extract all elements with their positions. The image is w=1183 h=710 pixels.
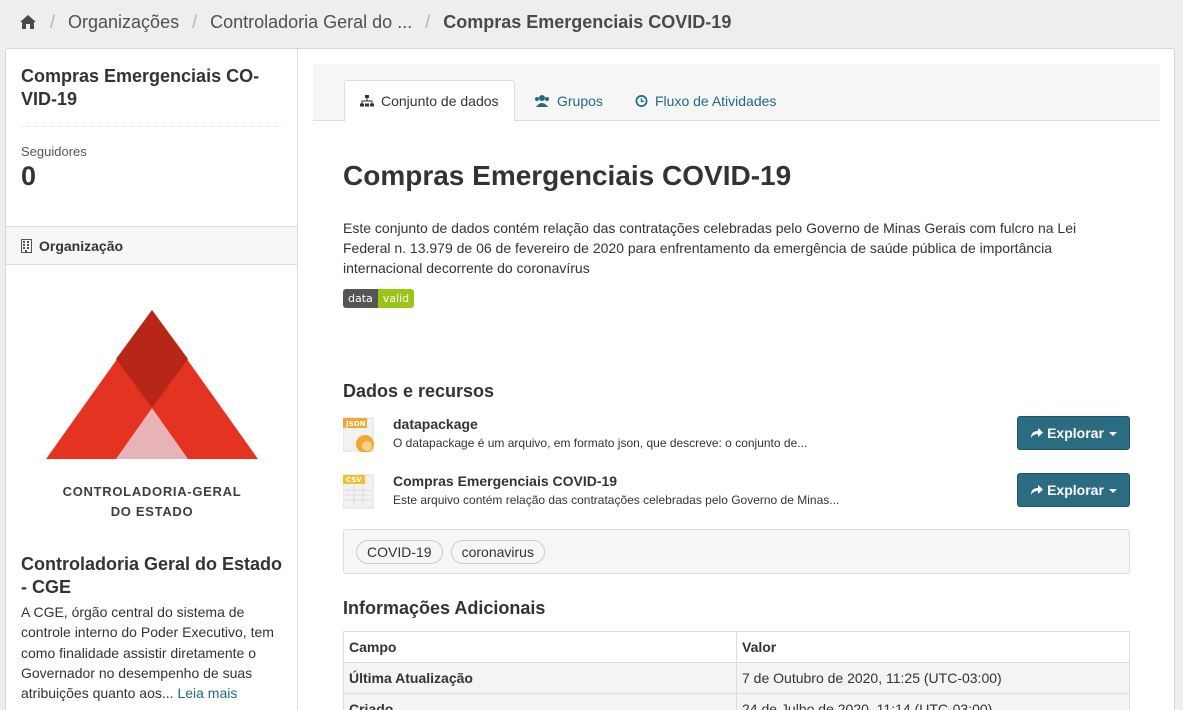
breadcrumb-separator: / bbox=[50, 11, 56, 32]
share-icon bbox=[1031, 427, 1044, 438]
dataset-title: Compras Emergenciais COVID-19 bbox=[343, 160, 792, 191]
badge-label: data bbox=[343, 289, 378, 308]
breadcrumb-current-dataset[interactable]: Compras Emergenciais COVID-19 bbox=[443, 12, 731, 33]
building-icon bbox=[21, 238, 32, 253]
sidebar-title-line1: Compras Emergenciais CO- bbox=[21, 66, 260, 86]
content-wrapper: Compras Emergenciais CO- VID-19 Seguidor… bbox=[5, 48, 1175, 710]
followers-count: 0 bbox=[21, 161, 37, 191]
cge-logo-triangle-icon bbox=[46, 310, 258, 459]
tag-coronavirus[interactable]: coronavirus bbox=[450, 539, 545, 564]
divider bbox=[21, 126, 282, 127]
explore-button[interactable]: Explorar bbox=[1017, 473, 1130, 507]
tag-covid-19[interactable]: COVID-19 bbox=[356, 539, 443, 564]
logo-caption-line2: DO ESTADO bbox=[110, 504, 194, 519]
tab-bar: Conjunto de dados Grupos Fluxo de Ativid… bbox=[313, 64, 1160, 122]
additional-info-table: Campo Valor Última Atualização 7 de Outu… bbox=[343, 631, 1130, 710]
share-icon bbox=[1031, 484, 1044, 495]
tab-datasets-label: Conjunto de dados bbox=[381, 93, 499, 109]
breadcrumb-separator: / bbox=[425, 11, 431, 32]
tab-activity-stream-label: Fluxo de Atividades bbox=[655, 93, 777, 109]
caret-down-icon bbox=[1108, 489, 1117, 493]
goodtables-badge[interactable]: data valid bbox=[343, 289, 415, 308]
explore-button[interactable]: Explorar bbox=[1017, 416, 1130, 450]
table-row: Criado 24 de Julho de 2020, 11:14 (UTC-0… bbox=[343, 693, 1130, 710]
dataset-description: Este conjunto de dados contém relação da… bbox=[343, 220, 1077, 276]
resource-item: CSV Compras Emergenciais COVID-19 Este a… bbox=[343, 473, 1130, 513]
main-content: Conjunto de dados Grupos Fluxo de Ativid… bbox=[313, 64, 1160, 710]
resource-description: O datapackage é um arquivo, em formato j… bbox=[393, 436, 808, 450]
caret-down-icon bbox=[1108, 432, 1117, 436]
breadcrumb: / Organizações / Controladoria Geral do … bbox=[0, 0, 1183, 44]
organization-name: Controladoria Geral do Estado - CGE bbox=[21, 554, 283, 597]
sidebar-title-line2: VID-19 bbox=[21, 89, 78, 109]
organization-header-label: Organização bbox=[39, 237, 124, 254]
breadcrumb-organizations[interactable]: Organizações bbox=[68, 12, 179, 33]
svg-text:CSV: CSV bbox=[346, 476, 362, 484]
resources-heading: Dados e recursos bbox=[343, 381, 495, 401]
logo-caption-line1: CONTROLADORIA-GERAL bbox=[62, 484, 242, 499]
resource-description: Este arquivo contém relação das contrata… bbox=[393, 493, 840, 507]
organization-description: A CGE, órgão central do sistema de contr… bbox=[21, 602, 291, 703]
field-name: Última Atualização bbox=[343, 662, 737, 694]
resource-item: JSON datapackage O datapackage é um arqu… bbox=[343, 416, 1130, 456]
followers-label: Seguidores bbox=[21, 144, 87, 159]
read-more-link[interactable]: Leia mais bbox=[177, 685, 237, 701]
sitemap-icon bbox=[360, 95, 374, 107]
tab-groups[interactable]: Grupos bbox=[519, 80, 618, 122]
tag-list: COVID-19 coronavirus bbox=[343, 529, 1130, 574]
organization-logo[interactable]: CONTROLADORIA-GERAL DO ESTADO bbox=[44, 307, 260, 522]
badge-status: valid bbox=[377, 289, 415, 308]
resource-title[interactable]: Compras Emergenciais COVID-19 bbox=[393, 473, 617, 489]
sidebar-dataset-title: Compras Emergenciais CO- VID-19 bbox=[21, 65, 283, 111]
field-value: 24 de Julho de 2020, 11:14 (UTC-03:00) bbox=[736, 693, 1130, 710]
clock-icon bbox=[635, 95, 648, 107]
tab-groups-label: Grupos bbox=[557, 93, 603, 109]
additional-info-heading: Informações Adicionais bbox=[343, 598, 546, 618]
logo-caption: CONTROLADORIA-GERAL DO ESTADO bbox=[44, 482, 260, 522]
field-value: 7 de Outubro de 2020, 11:25 (UTC-03:00) bbox=[736, 662, 1130, 694]
breadcrumb-organization[interactable]: Controladoria Geral do ... bbox=[210, 12, 412, 33]
organization-header: Organização bbox=[6, 226, 297, 265]
sidebar: Compras Emergenciais CO- VID-19 Seguidor… bbox=[6, 49, 298, 710]
table-header-row: Campo Valor bbox=[343, 631, 1130, 663]
home-icon[interactable] bbox=[19, 14, 37, 30]
column-header-value: Valor bbox=[736, 631, 1130, 663]
explore-button-label: Explorar bbox=[1047, 482, 1104, 498]
svg-text:JSON: JSON bbox=[345, 420, 366, 428]
field-name: Criado bbox=[343, 693, 737, 710]
table-row: Última Atualização 7 de Outubro de 2020,… bbox=[343, 662, 1130, 694]
breadcrumb-separator: / bbox=[192, 11, 198, 32]
tab-activity-stream[interactable]: Fluxo de Atividades bbox=[620, 80, 791, 122]
users-icon bbox=[535, 95, 549, 107]
explore-button-label: Explorar bbox=[1047, 425, 1104, 441]
column-header-field: Campo bbox=[343, 631, 737, 663]
json-file-icon: JSON bbox=[343, 417, 374, 452]
csv-file-icon: CSV bbox=[343, 474, 374, 509]
resource-title[interactable]: datapackage bbox=[393, 416, 478, 432]
tab-datasets[interactable]: Conjunto de dados bbox=[344, 80, 515, 122]
